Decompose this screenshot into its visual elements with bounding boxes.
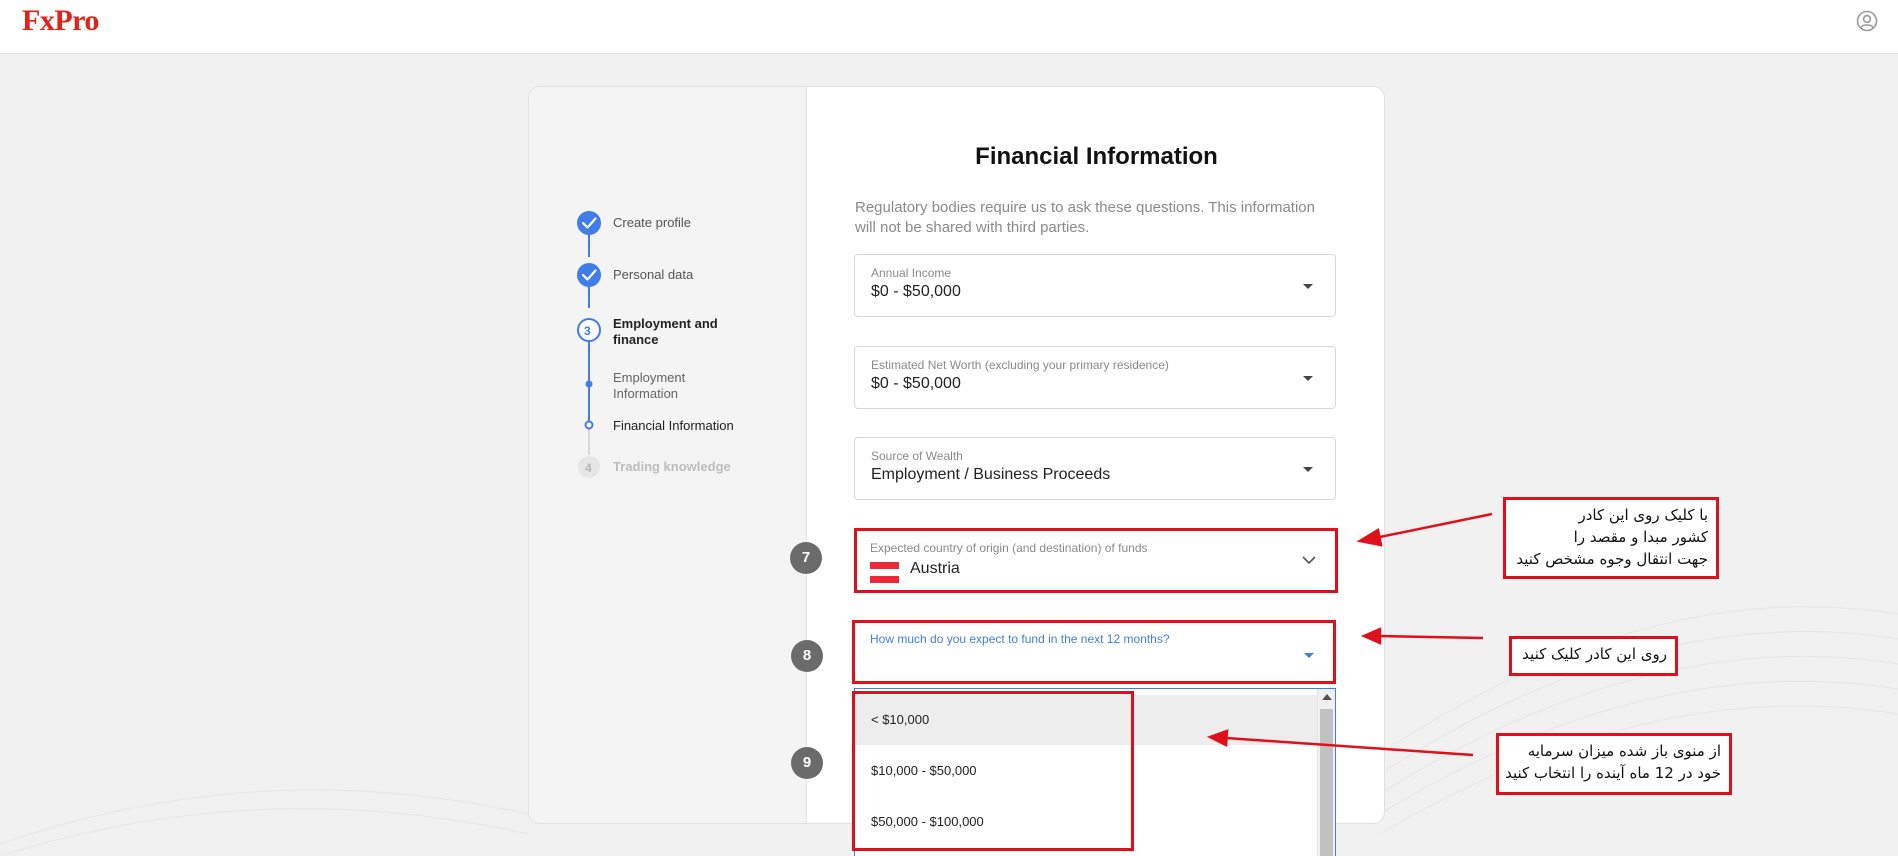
annual-income-value: $0 - $50,000 xyxy=(871,283,961,300)
step-marker-8: 8 xyxy=(791,640,823,672)
scroll-thumb[interactable] xyxy=(1320,709,1333,856)
highlight-fund-options xyxy=(852,691,1134,851)
annotation-click-line: روی این کادر کلیک کنید xyxy=(1522,645,1667,663)
dropdown-scrollbar[interactable] xyxy=(1317,689,1335,856)
source-of-wealth-select[interactable]: Source of Wealth Employment / Business P… xyxy=(854,437,1336,500)
highlight-fund-field xyxy=(852,620,1336,684)
annual-income-label: Annual Income xyxy=(871,266,952,280)
annotation-country-line: جهت انتقال وجوه مشخص کنید xyxy=(1516,550,1708,568)
source-of-wealth-label: Source of Wealth xyxy=(871,449,963,463)
step-4-number: 4 xyxy=(585,461,592,475)
step-marker-7: 7 xyxy=(790,542,822,574)
substep-employment-information[interactable]: Employment Information xyxy=(613,370,713,402)
annotation-click: روی این کادر کلیک کنید xyxy=(1509,636,1678,676)
annual-income-select[interactable]: Annual Income $0 - $50,000 xyxy=(854,254,1336,317)
annotation-country-line: کشور مبدا و مقصد را xyxy=(1573,528,1708,546)
net-worth-select[interactable]: Estimated Net Worth (excluding your prim… xyxy=(854,346,1336,409)
source-of-wealth-value: Employment / Business Proceeds xyxy=(871,466,1111,483)
step-employment-finance[interactable]: Employment and finance xyxy=(613,316,733,348)
step-personal-data[interactable]: Personal data xyxy=(613,267,693,283)
step-marker-9: 9 xyxy=(791,747,823,779)
user-circle-icon[interactable] xyxy=(1856,10,1878,32)
annotation-amount-line: خود در 12 ماه آینده را انتخاب کنید xyxy=(1505,764,1721,782)
annotation-amount: از منوی باز شده میزان سرمایه خود در 12 م… xyxy=(1496,733,1732,795)
top-bar: FxPro xyxy=(0,0,1898,54)
caret-down-icon xyxy=(1303,467,1313,472)
substep-financial-information[interactable]: Financial Information xyxy=(613,418,734,434)
step-trading-knowledge: Trading knowledge xyxy=(613,459,731,474)
annotation-amount-line: از منوی باز شده میزان سرمایه xyxy=(1527,742,1721,760)
step-create-profile[interactable]: Create profile xyxy=(613,215,691,231)
caret-down-icon xyxy=(1303,284,1313,289)
fxpro-logo[interactable]: FxPro xyxy=(22,4,99,38)
page-title: Financial Information xyxy=(975,143,1218,170)
net-worth-label: Estimated Net Worth (excluding your prim… xyxy=(871,358,1169,372)
progress-sidebar: 3 4 Create profile Personal data Employm… xyxy=(529,87,807,823)
caret-down-icon xyxy=(1303,376,1313,381)
step-3-number: 3 xyxy=(584,324,591,338)
check-icon xyxy=(577,263,601,287)
annotation-country: با کلیک روی این کادر کشور مبدا و مقصد را… xyxy=(1503,497,1719,579)
scroll-up-arrow-icon[interactable] xyxy=(1322,694,1332,700)
annotation-country-line: با کلیک روی این کادر xyxy=(1578,506,1709,524)
net-worth-value: $0 - $50,000 xyxy=(871,375,961,392)
progress-rail xyxy=(577,211,601,478)
highlight-country-field xyxy=(854,528,1338,593)
intro-text: Regulatory bodies require us to ask thes… xyxy=(855,199,1315,236)
check-icon xyxy=(577,211,601,235)
